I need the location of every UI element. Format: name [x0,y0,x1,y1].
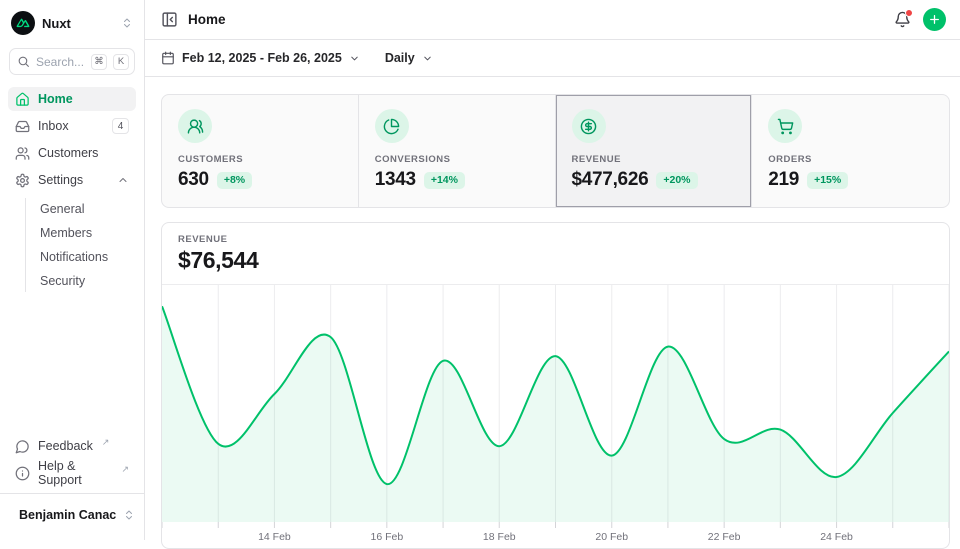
page-title: Home [188,12,226,27]
cart-icon [768,109,802,143]
stat-change-badge: +8% [217,172,252,189]
date-range-picker[interactable]: Feb 12, 2025 - Feb 26, 2025 [161,51,360,65]
stat-card-customers[interactable]: CUSTOMERS 630 +8% [162,95,359,207]
stats-grid: CUSTOMERS 630 +8% CONVERSIONS 1343 +14% [161,94,950,208]
chart-header: REVENUE $76,544 [162,223,949,285]
sidebar-footer-nav: Feedback ↗ Help & Support ↗ [8,434,136,485]
stat-value: $477,626 [572,169,649,191]
revenue-chart-svg [162,285,949,528]
kbd-k: K [113,54,129,70]
sidebar-item-notifications[interactable]: Notifications [26,246,136,268]
sidebar-item-customers[interactable]: Customers [8,141,136,165]
external-link-icon: ↗ [121,464,129,475]
sidebar-item-settings[interactable]: Settings [8,168,136,192]
search-input[interactable]: Search... ⌘ K [9,48,135,75]
search-icon [17,55,30,68]
stat-label: REVENUE [572,154,736,165]
date-range-value: Feb 12, 2025 - Feb 26, 2025 [182,51,342,65]
sidebar-item-security[interactable]: Security [26,270,136,292]
stat-change-badge: +15% [807,172,848,189]
stat-value: 1343 [375,169,416,191]
sidebar-nav: Home Inbox 4 Customers Settings Genera [8,87,136,294]
sidebar-spacer [8,294,136,434]
notifications-button[interactable] [894,11,911,28]
calendar-icon [161,51,175,65]
x-axis-label: 16 Feb [370,531,403,543]
x-axis-label: 18 Feb [483,531,516,543]
nuxt-logo-icon [11,11,35,35]
dollar-circle-icon [572,109,606,143]
chat-bubble-icon [15,439,30,454]
workspace-switcher[interactable]: Nuxt [8,8,136,38]
filter-bar: Feb 12, 2025 - Feb 26, 2025 Daily [145,40,960,77]
chart-label: REVENUE [178,234,933,245]
sidebar-item-label: Settings [38,173,83,187]
settings-subnav: General Members Notifications Security [25,198,136,292]
plus-icon [928,13,941,26]
chevrons-up-down-icon [121,17,133,29]
sidebar-item-label: Customers [38,146,98,160]
x-axis-label: 14 Feb [258,531,291,543]
add-button[interactable] [923,8,946,31]
users-round-icon [178,109,212,143]
x-axis-label: 22 Feb [708,531,741,543]
stat-change-badge: +20% [656,172,697,189]
chevron-down-icon [422,53,433,64]
sidebar-item-general[interactable]: General [26,198,136,220]
sidebar-item-home[interactable]: Home [8,87,136,111]
inbox-count-badge: 4 [112,118,129,134]
stat-card-orders[interactable]: ORDERS 219 +15% [752,95,949,207]
main-panel: Home Feb 12, 2025 - Feb 26, 2025 Daily [145,0,960,540]
info-circle-icon [15,466,30,481]
x-axis-labels: 14 Feb 16 Feb 18 Feb 20 Feb 22 Feb 24 Feb [162,528,949,549]
pie-chart-icon [375,109,409,143]
sidebar-item-help-support[interactable]: Help & Support ↗ [8,461,136,485]
granularity-value: Daily [385,51,415,65]
user-menu[interactable]: Benjamin Canac [8,500,136,530]
stat-label: CUSTOMERS [178,154,342,165]
sidebar-item-label: Inbox [38,119,69,133]
sidebar-collapse-button[interactable] [161,11,178,28]
revenue-chart-card: REVENUE $76,544 14 Feb 16 Feb 18 Feb 20 Feb… [161,222,950,549]
x-axis-label: 24 Feb [820,531,853,543]
stat-change-badge: +14% [424,172,465,189]
sidebar-divider [0,493,144,494]
sidebar-item-inbox[interactable]: Inbox 4 [8,114,136,138]
stat-label: ORDERS [768,154,933,165]
user-name: Benjamin Canac [19,508,116,522]
chevron-down-icon [349,53,360,64]
kbd-cmd: ⌘ [91,54,107,70]
sidebar-item-label: Help & Support [38,459,112,487]
search-placeholder: Search... [36,55,85,69]
chart-plot-area[interactable]: 14 Feb 16 Feb 18 Feb 20 Feb 22 Feb 24 Feb [162,285,949,549]
sidebar: Nuxt Search... ⌘ K Home Inbox 4 [0,0,145,540]
stat-card-revenue[interactable]: REVENUE $477,626 +20% [556,95,753,207]
stat-value: 630 [178,169,209,191]
users-icon [15,146,30,161]
x-axis-label: 20 Feb [595,531,628,543]
chevrons-up-down-icon [123,509,135,521]
inbox-icon [15,119,30,134]
gear-icon [15,173,30,188]
external-link-icon: ↗ [102,437,110,448]
chevron-up-icon [117,174,129,186]
topbar: Home [145,0,960,40]
sidebar-item-label: Feedback [38,439,93,453]
home-icon [15,92,30,107]
sidebar-item-label: Home [38,92,73,106]
chart-value: $76,544 [178,247,933,274]
notification-dot [905,9,913,17]
stat-label: CONVERSIONS [375,154,539,165]
workspace-name: Nuxt [42,16,71,31]
content: CUSTOMERS 630 +8% CONVERSIONS 1343 +14% [145,77,960,549]
sidebar-item-feedback[interactable]: Feedback ↗ [8,434,136,458]
granularity-select[interactable]: Daily [385,51,433,65]
stat-value: 219 [768,169,799,191]
sidebar-item-members[interactable]: Members [26,222,136,244]
stat-card-conversions[interactable]: CONVERSIONS 1343 +14% [359,95,556,207]
